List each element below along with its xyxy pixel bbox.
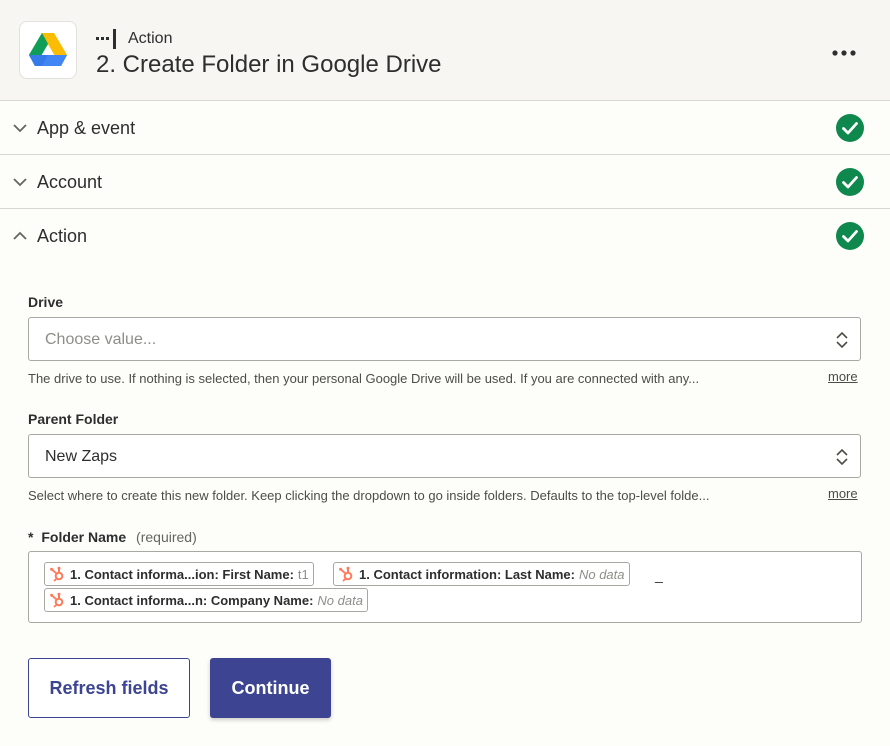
section-app-event[interactable]: App & event: [0, 101, 890, 155]
continue-button[interactable]: Continue: [210, 658, 331, 718]
step-kind-label: Action: [128, 30, 173, 47]
separator-text: _: [655, 567, 663, 583]
up-down-chevron-icon: [836, 448, 848, 466]
hubspot-icon: [50, 592, 64, 608]
drive-more-link[interactable]: more: [828, 369, 858, 384]
check-circle-icon: [836, 168, 864, 196]
pill-value: t1: [297, 566, 309, 582]
chevron-down-icon: [13, 178, 27, 187]
step-header: Action 2. Create Folder in Google Drive: [0, 0, 890, 101]
up-down-chevron-icon: [836, 331, 848, 349]
drive-select[interactable]: Choose value...: [28, 317, 861, 361]
chevron-down-icon: [13, 124, 27, 133]
action-step-icon: [96, 29, 116, 49]
drive-label: Drive: [28, 294, 64, 310]
refresh-fields-button[interactable]: Refresh fields: [28, 658, 190, 718]
google-drive-icon: [19, 21, 77, 79]
pill-value: No data: [578, 566, 625, 582]
folder-name-label-text: Folder Name: [41, 529, 127, 545]
field-pill[interactable]: 1. Contact informa...n: Company Name: No…: [44, 588, 368, 612]
chevron-up-icon: [13, 231, 27, 240]
required-text: (required): [136, 529, 197, 545]
step-title: 2. Create Folder in Google Drive: [96, 51, 442, 78]
field-pill[interactable]: 1. Contact informa...ion: First Name: t1: [44, 562, 314, 586]
pill-label: 1. Contact informa...ion: First Name:: [70, 566, 294, 582]
parent-folder-label: Parent Folder: [28, 411, 119, 427]
pill-label: 1. Contact information: Last Name:: [359, 566, 575, 582]
folder-name-label: * Folder Name (required): [28, 529, 197, 545]
section-label: Action: [37, 226, 88, 246]
field-pill[interactable]: 1. Contact information: Last Name: No da…: [333, 562, 630, 586]
section-label: Account: [37, 172, 103, 192]
drive-help: The drive to use. If nothing is selected…: [28, 371, 700, 386]
parent-folder-more-link[interactable]: more: [828, 486, 858, 501]
section-label: App & event: [37, 118, 136, 138]
more-dots-icon[interactable]: [826, 42, 862, 64]
check-circle-icon: [836, 114, 864, 142]
check-circle-icon: [836, 222, 864, 250]
parent-folder-select[interactable]: New Zaps: [28, 434, 861, 478]
hubspot-icon: [50, 566, 64, 582]
section-action[interactable]: Action: [0, 209, 890, 263]
pill-label: 1. Contact informa...n: Company Name:: [70, 592, 314, 608]
section-account[interactable]: Account: [0, 155, 890, 209]
step-kind: Action: [96, 29, 172, 49]
parent-folder-value: New Zaps: [45, 448, 118, 465]
pill-value: No data: [317, 592, 363, 608]
parent-folder-help: Select where to create this new folder. …: [28, 488, 710, 503]
hubspot-icon: [339, 566, 353, 582]
required-mark: *: [28, 529, 34, 545]
drive-placeholder: Choose value...: [45, 331, 157, 348]
